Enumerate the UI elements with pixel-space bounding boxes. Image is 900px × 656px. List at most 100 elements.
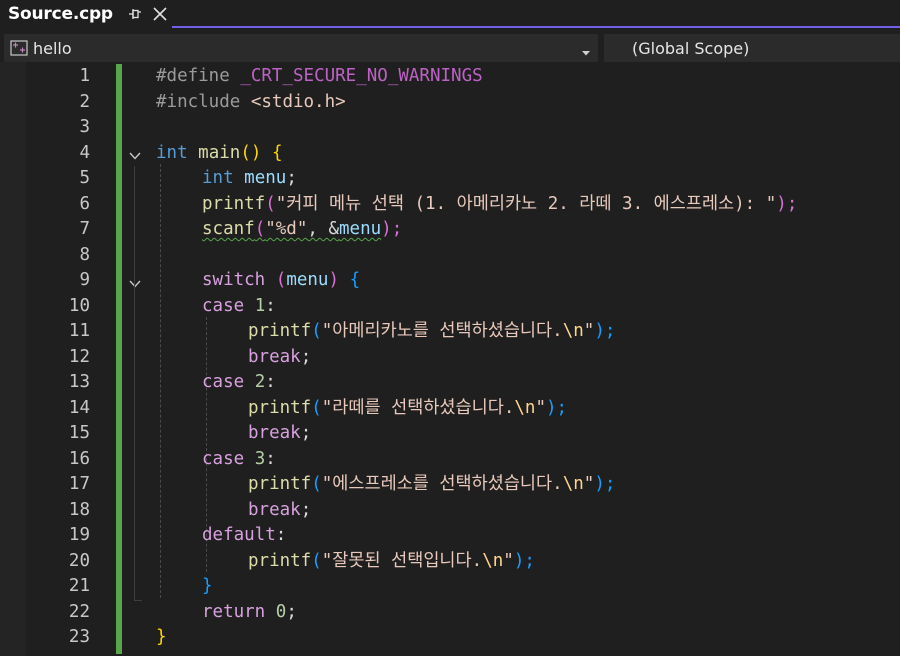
token-string-end: "	[503, 550, 514, 571]
token-escape: \n	[514, 397, 536, 418]
line-number: 17	[68, 474, 90, 494]
line-number: 21	[68, 576, 90, 596]
tab-title: Source.cpp	[8, 4, 113, 24]
code-line-22: return 0;	[202, 600, 297, 626]
token-brace: }	[156, 627, 167, 647]
line-number: 8	[79, 244, 90, 265]
code-line-4: int main() {	[156, 141, 282, 167]
line-number: 4	[79, 142, 90, 163]
token-paren: (	[275, 270, 287, 290]
pin-icon[interactable]	[127, 6, 143, 22]
token-number: 1	[254, 295, 266, 316]
line-number: 7	[79, 219, 90, 239]
scope-dropdown[interactable]: (Global Scope)	[604, 34, 900, 62]
line-number: 6	[79, 193, 90, 214]
token-variable: menu	[286, 270, 329, 290]
code-line-2: #include <stdio.h>	[156, 90, 346, 116]
token-brace: {	[271, 142, 283, 163]
token-string: "아메리카노를 선택하셨습니다.	[321, 321, 563, 341]
code-line-21: }	[202, 574, 213, 600]
token-paren-close: );	[513, 550, 535, 571]
token-string: "%d"	[265, 219, 308, 239]
chevron-down-icon[interactable]	[128, 148, 142, 162]
project-dropdown[interactable]: hello	[4, 34, 598, 62]
token-parens: ()	[240, 142, 262, 163]
close-icon[interactable]	[151, 5, 169, 23]
token-function: printf	[248, 397, 312, 418]
token-paren: (	[311, 550, 322, 571]
code-line-12: break;	[248, 345, 311, 371]
code-line-19: default:	[202, 523, 286, 549]
token-colon: :	[265, 295, 276, 316]
token-function: scanf	[202, 219, 255, 239]
token-control-keyword: default	[202, 525, 276, 545]
token-semicolon: ;	[286, 168, 297, 188]
token-escape: \n	[562, 321, 584, 341]
change-tracking-bar	[116, 64, 122, 654]
chevron-down-icon[interactable]	[581, 43, 591, 56]
code-line-23: }	[156, 625, 167, 651]
line-number: 13	[68, 372, 90, 392]
scope-label: (Global Scope)	[632, 38, 750, 58]
line-number: 14	[68, 397, 90, 418]
code-line-17: printf("에스프레소를 선택하셨습니다.\n");	[248, 472, 615, 498]
indent-guide	[160, 164, 161, 598]
line-number: 16	[68, 448, 90, 469]
token-preprocessor: #include	[156, 91, 241, 112]
token-colon: :	[265, 372, 276, 392]
token-macro: _CRT_SECURE_NO_WARNINGS	[240, 66, 483, 86]
line-number: 20	[68, 550, 90, 571]
token-number: 0	[275, 601, 287, 622]
code-line-18: break;	[248, 498, 311, 524]
fold-guide	[134, 166, 135, 600]
document-tab-strip: Source.cpp	[0, 0, 900, 28]
line-number: 3	[79, 117, 90, 137]
token-control-keyword: case	[202, 295, 245, 316]
token-header: <stdio.h>	[250, 91, 346, 112]
token-keyword: int	[156, 142, 188, 163]
token-paren-close: );	[776, 193, 798, 214]
token-paren: (	[311, 397, 322, 418]
code-editor-window: Source.cpp hello (Global Scope) 1 2 3 4 …	[0, 0, 900, 656]
token-string: "커피 메뉴 선택 (1. 아메리카노 2. 라떼 3. 에스프레소): "	[275, 193, 777, 214]
token-function: printf	[202, 193, 266, 214]
token-number: 2	[254, 372, 266, 392]
code-line-20: printf("잘못된 선택입니다.\n");	[248, 549, 535, 575]
code-line-7: scanf("%d", &menu);	[202, 217, 402, 243]
token-string-end: "	[535, 397, 546, 418]
cpp-project-icon	[9, 39, 29, 57]
token-string-end: "	[583, 321, 595, 341]
code-area[interactable]: #define _CRT_SECURE_NO_WARNINGS #include…	[156, 62, 900, 656]
line-number: 23	[68, 627, 90, 647]
token-paren-close: )	[328, 270, 340, 290]
token-function: printf	[248, 321, 312, 341]
token-control-keyword: case	[202, 372, 245, 392]
line-number: 10	[68, 295, 90, 316]
code-line-9: switch (menu) {	[202, 268, 360, 294]
token-colon: :	[265, 448, 276, 469]
token-control-keyword: switch	[202, 270, 266, 290]
token-preprocessor: #define	[156, 66, 230, 86]
token-paren-close: );	[381, 219, 403, 239]
code-line-14: printf("라떼를 선택하셨습니다.\n");	[248, 396, 567, 422]
token-paren-close: );	[594, 321, 616, 341]
token-keyword: int	[202, 168, 234, 188]
tab-source-cpp[interactable]: Source.cpp	[0, 0, 172, 28]
line-number: 5	[79, 168, 90, 188]
token-semicolon: ;	[286, 601, 297, 622]
token-control-keyword: case	[202, 448, 245, 469]
navigation-bar: hello (Global Scope)	[0, 34, 900, 62]
line-number: 18	[68, 499, 90, 520]
token-brace: {	[349, 270, 361, 290]
token-escape: \n	[562, 474, 584, 494]
line-number-gutter: 1 2 3 4 5 6 7 8 9 10 11 12 13 14 15 16 17 18 19 20 21 22 23	[26, 62, 90, 656]
token-variable: menu	[244, 168, 287, 188]
token-ampersand: &	[328, 219, 340, 239]
code-line-5: int menu;	[202, 166, 297, 192]
token-paren: (	[311, 321, 322, 341]
editor-pane[interactable]: 1 2 3 4 5 6 7 8 9 10 11 12 13 14 15 16 17 18 19 20 21 22 23 #d…	[0, 62, 900, 656]
token-colon: :	[275, 525, 287, 545]
token-string-end: "	[583, 474, 595, 494]
indicator-margin	[0, 62, 26, 656]
chevron-down-icon[interactable]	[128, 276, 142, 290]
